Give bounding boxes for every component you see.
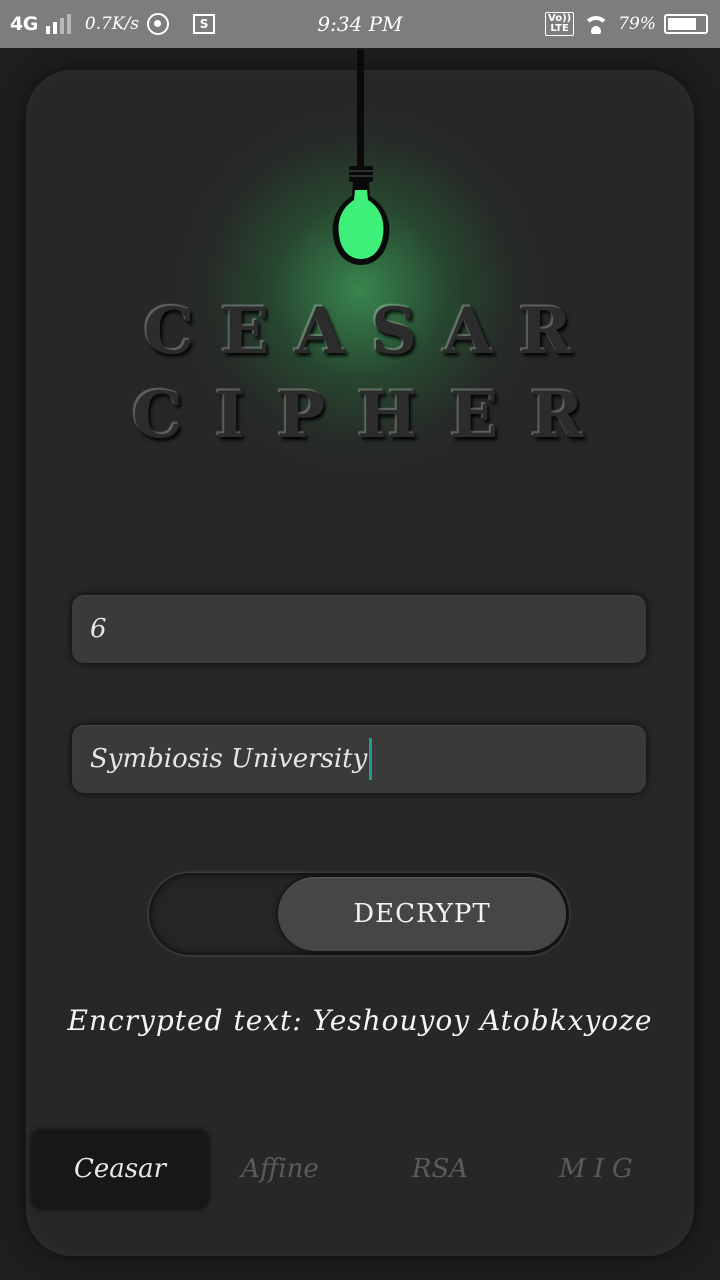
battery-icon xyxy=(664,14,708,34)
text-input[interactable]: Symbiosis University xyxy=(72,725,646,793)
status-right: Vo)) LTE 79% xyxy=(545,0,708,48)
volte-icon: Vo)) LTE xyxy=(545,12,575,36)
tab-affine[interactable]: Affine xyxy=(200,1130,360,1208)
lightbulb-icon xyxy=(332,50,390,265)
title-line-1: CEASAR xyxy=(143,294,599,369)
tab-ceasar[interactable]: Ceasar xyxy=(32,1130,208,1208)
tab-rsa[interactable]: RSA xyxy=(360,1130,520,1208)
toggle-knob[interactable]: DECRYPT xyxy=(278,877,566,951)
wifi-icon xyxy=(582,14,610,34)
app-title: CEASAR CIPHER xyxy=(100,290,620,458)
key-input-value: 6 xyxy=(90,614,107,644)
title-line-2: CIPHER xyxy=(132,378,616,453)
battery-percent: 79% xyxy=(618,14,656,34)
text-cursor xyxy=(369,738,373,780)
tab-mig[interactable]: MIG xyxy=(520,1130,680,1208)
text-input-value: Symbiosis University xyxy=(90,744,368,774)
result-text: Encrypted text: Yeshouyoy Atobkxyoze xyxy=(67,1004,653,1037)
status-bar: 4G 0.7K/s S 9:34 PM Vo)) LTE 79% xyxy=(0,0,720,48)
encrypt-decrypt-toggle[interactable]: DECRYPT xyxy=(148,872,570,956)
key-input[interactable]: 6 xyxy=(72,595,646,663)
